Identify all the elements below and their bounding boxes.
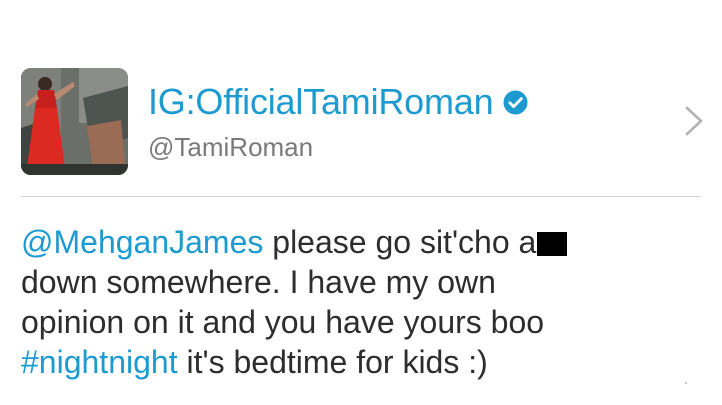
tweet-line-1: @MehganJames please go sit'cho a [21, 222, 681, 262]
user-handle[interactable]: @TamiRoman [148, 132, 528, 163]
tweet-line-4-text: it's bedtime for kids :) [177, 344, 488, 380]
tweet-line-2: down somewhere. I have my own [21, 264, 496, 300]
profile-names: IG:OfficialTamiRoman @TamiRoman [148, 80, 528, 163]
profile-header[interactable]: IG:OfficialTamiRoman @TamiRoman [21, 68, 711, 178]
mention-link[interactable]: @MehganJames [21, 224, 263, 260]
tweet-line-3: opinion on it and you have yours boo [21, 304, 545, 340]
display-name[interactable]: IG:OfficialTamiRoman [148, 81, 494, 123]
censor-bar [537, 232, 568, 256]
hashtag-link[interactable]: #nightnight [21, 344, 178, 380]
tweet-text: @MehganJames please go sit'cho a down so… [21, 222, 681, 382]
tweet-line-1-text: please go sit'cho a [263, 224, 537, 260]
chevron-right-icon[interactable] [681, 104, 707, 138]
divider [21, 196, 701, 197]
scroll-indicator [685, 382, 687, 384]
verified-badge-icon [503, 90, 528, 115]
avatar-photo [21, 68, 128, 175]
tweet-line-4: #nightnight it's bedtime for kids :) [21, 342, 681, 382]
display-name-row: IG:OfficialTamiRoman [148, 80, 528, 124]
avatar[interactable] [21, 68, 128, 175]
